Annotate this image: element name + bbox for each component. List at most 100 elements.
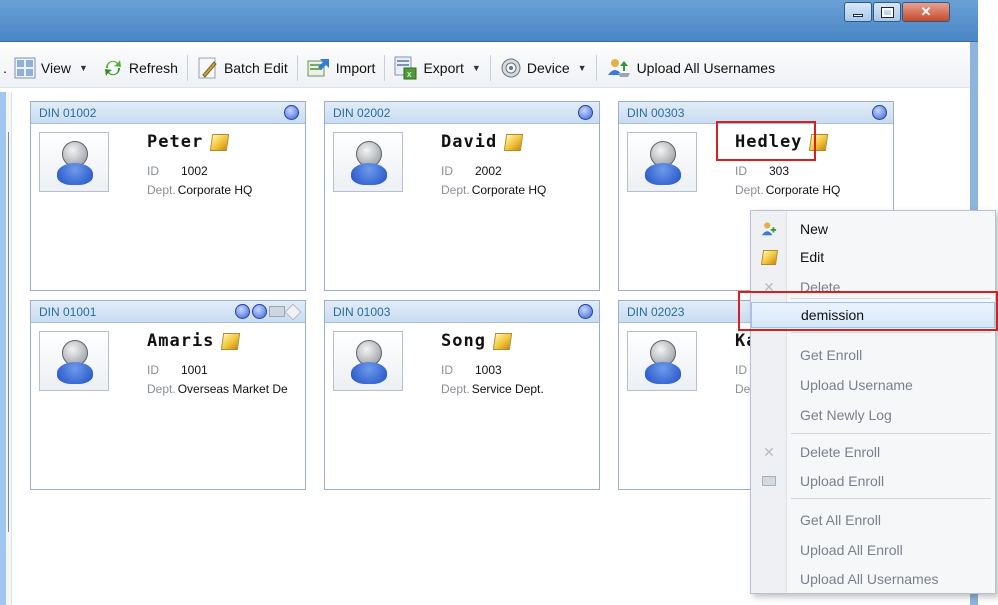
- avatar: [39, 331, 109, 391]
- avatar: [333, 132, 403, 192]
- user-card[interactable]: DIN 02002 David ID 2002 Dept. Corporate HQ: [324, 101, 600, 291]
- avatar-body: [645, 362, 681, 384]
- close-button[interactable]: ✕: [902, 2, 950, 22]
- card-header: DIN 01001: [31, 301, 305, 323]
- delete-x-icon: ✕: [763, 443, 775, 460]
- dept-label: Dept.: [735, 183, 764, 197]
- left-panel-border: [8, 132, 11, 532]
- batch-edit-button[interactable]: Batch Edit: [190, 53, 295, 83]
- user-id-value: 1002: [181, 164, 208, 178]
- import-button[interactable]: Import: [300, 53, 383, 83]
- menu-separator: [791, 498, 991, 499]
- menu-item-get-all-enroll[interactable]: Get All Enroll: [751, 507, 995, 533]
- user-dept-row: Dept. Corporate HQ: [441, 183, 546, 197]
- id-label: ID: [735, 363, 747, 377]
- card-status-icons: [578, 304, 593, 319]
- menu-label: Edit: [800, 249, 825, 265]
- new-user-icon: [761, 221, 777, 237]
- toolbar-cut-prefix: .: [3, 59, 7, 76]
- maximize-button[interactable]: [873, 2, 901, 22]
- din-label: DIN 02023: [627, 304, 685, 319]
- user-dept-value: Overseas Market De: [177, 382, 288, 396]
- name-highlight-box: [716, 121, 816, 161]
- user-dept-row: Dept. Corporate HQ: [147, 183, 252, 197]
- menu-item-get-newly-log[interactable]: Get Newly Log: [751, 402, 995, 428]
- id-label: ID: [441, 363, 453, 377]
- menu-label: Upload Enroll: [800, 473, 885, 489]
- user-id-value: 1003: [475, 363, 502, 377]
- toolbar-separator: [186, 54, 188, 81]
- dept-label: Dept.: [441, 382, 470, 396]
- menu-item-get-enroll[interactable]: Get Enroll: [751, 342, 995, 368]
- menu-item-upload-all-usernames[interactable]: Upload All Usernames: [751, 566, 995, 592]
- avatar: [333, 331, 403, 391]
- menu-item-delete-enroll[interactable]: ✕ Delete Enroll: [751, 439, 995, 465]
- edit-pencil-icon[interactable]: [221, 332, 241, 350]
- refresh-button[interactable]: Refresh: [95, 53, 185, 83]
- toolbar-separator: [296, 54, 298, 81]
- user-card[interactable]: DIN 01002 Peter ID 1002 Dept. Corporate HQ: [30, 101, 306, 291]
- view-button[interactable]: View ▼: [7, 53, 95, 83]
- fingerprint-hand-icon: [578, 304, 593, 319]
- card-status-icons: [872, 105, 887, 120]
- upload-enroll-icon: [761, 473, 777, 489]
- menu-label: Delete Enroll: [800, 444, 881, 460]
- device-label: Device: [526, 59, 570, 76]
- menu-separator: [791, 332, 991, 333]
- edit-pencil-shape: [760, 249, 778, 265]
- fingerprint-hand-icon: [252, 304, 267, 319]
- edit-pencil-icon[interactable]: [209, 133, 230, 151]
- edit-pencil-icon[interactable]: [503, 133, 524, 151]
- batch-edit-icon: [198, 57, 217, 78]
- upload-all-usernames-button[interactable]: Upload All Usernames: [599, 53, 783, 83]
- user-name: Peter: [147, 132, 204, 152]
- window-controls: ✕: [844, 2, 950, 22]
- id-label: ID: [147, 164, 159, 178]
- menu-label: Get All Enroll: [800, 512, 881, 528]
- din-label: DIN 01001: [39, 304, 97, 319]
- menu-label: Upload All Usernames: [800, 571, 939, 587]
- user-card[interactable]: DIN 01001 Amaris ID 1001 Dept. Overseas Ma…: [30, 300, 306, 490]
- din-label: DIN 01003: [333, 304, 391, 319]
- title-bar[interactable]: ✕: [0, 0, 978, 42]
- menu-item-edit[interactable]: Edit: [751, 244, 995, 270]
- card-status-icons: [235, 303, 302, 320]
- user-card[interactable]: DIN 01003 Song ID 1003 Dept. Service Dept.: [324, 300, 600, 490]
- export-label: Export: [423, 59, 464, 76]
- svg-text:x: x: [407, 69, 412, 79]
- user-id-row: ID 1002: [147, 164, 208, 178]
- close-icon: ✕: [920, 4, 932, 19]
- toolbar: . View ▼ Refresh Batch Edit Import x Exp…: [0, 48, 970, 88]
- menu-label: Get Newly Log: [800, 407, 892, 423]
- user-dept-value: Corporate HQ: [471, 183, 547, 197]
- export-icon: x: [394, 56, 417, 79]
- menu-item-upload-enroll[interactable]: Upload Enroll: [751, 468, 995, 494]
- user-dept-row: Dept. Service Dept.: [441, 382, 544, 396]
- device-icon: [501, 58, 521, 77]
- menu-label: Upload All Enroll: [800, 542, 903, 558]
- card-header: DIN 02002: [325, 102, 599, 124]
- user-dept-value: Service Dept.: [471, 382, 544, 396]
- dept-label: Dept.: [147, 382, 176, 396]
- menu-label: New: [800, 221, 829, 237]
- export-button[interactable]: x Export ▼: [387, 53, 487, 83]
- edit-pencil-icon[interactable]: [492, 332, 513, 350]
- fingerprint-hand-icon: [578, 105, 593, 120]
- user-name: Amaris: [147, 331, 215, 351]
- fingerprint-hand-icon: [284, 105, 299, 120]
- menu-item-upload-username[interactable]: Upload Username: [751, 372, 995, 398]
- menu-label: Get Enroll: [800, 347, 863, 363]
- batch-edit-label: Batch Edit: [223, 59, 288, 76]
- avatar-body: [351, 163, 387, 185]
- user-id-row: ID 2002: [441, 164, 502, 178]
- user-id-row: ID 303: [735, 164, 789, 178]
- user-id-row: ID 1003: [441, 363, 502, 377]
- menu-item-new[interactable]: New: [751, 216, 995, 242]
- avatar-body: [57, 163, 93, 185]
- chevron-down-icon: ▼: [78, 62, 88, 73]
- upload-all-usernames-label: Upload All Usernames: [636, 59, 776, 76]
- menu-item-upload-all-enroll[interactable]: Upload All Enroll: [751, 537, 995, 563]
- user-dept-value: Corporate HQ: [177, 183, 253, 197]
- device-button[interactable]: Device ▼: [493, 53, 594, 83]
- minimize-button[interactable]: [844, 2, 872, 22]
